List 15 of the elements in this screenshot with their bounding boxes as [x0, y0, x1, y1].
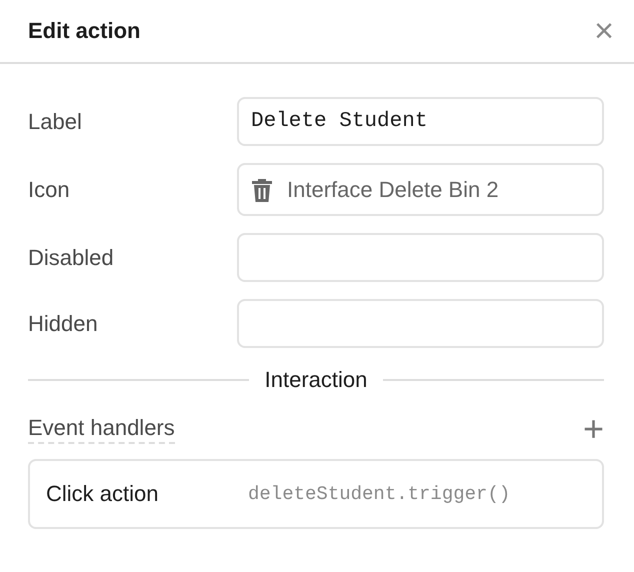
trash-icon: [251, 176, 273, 202]
field-label: Label: [28, 108, 83, 134]
input-field[interactable]: Delete Student: [237, 97, 604, 146]
add-button[interactable]: +: [582, 411, 604, 447]
input-field[interactable]: [237, 233, 604, 282]
close-button[interactable]: ×: [594, 14, 614, 48]
field-label: Hidden: [28, 310, 99, 336]
event-handler-item[interactable]: Click action deleteStudent.trigger(): [28, 459, 604, 529]
section-title: Interaction: [264, 367, 368, 393]
event-handlers-label: Event handlers: [28, 414, 175, 444]
icon-picker[interactable]: Interface Delete Bin 2: [237, 163, 604, 216]
field-label: Disabled: [28, 244, 115, 270]
panel-title: Edit action: [28, 18, 140, 44]
input-field[interactable]: [237, 299, 604, 348]
field-label: Icon: [28, 176, 71, 202]
